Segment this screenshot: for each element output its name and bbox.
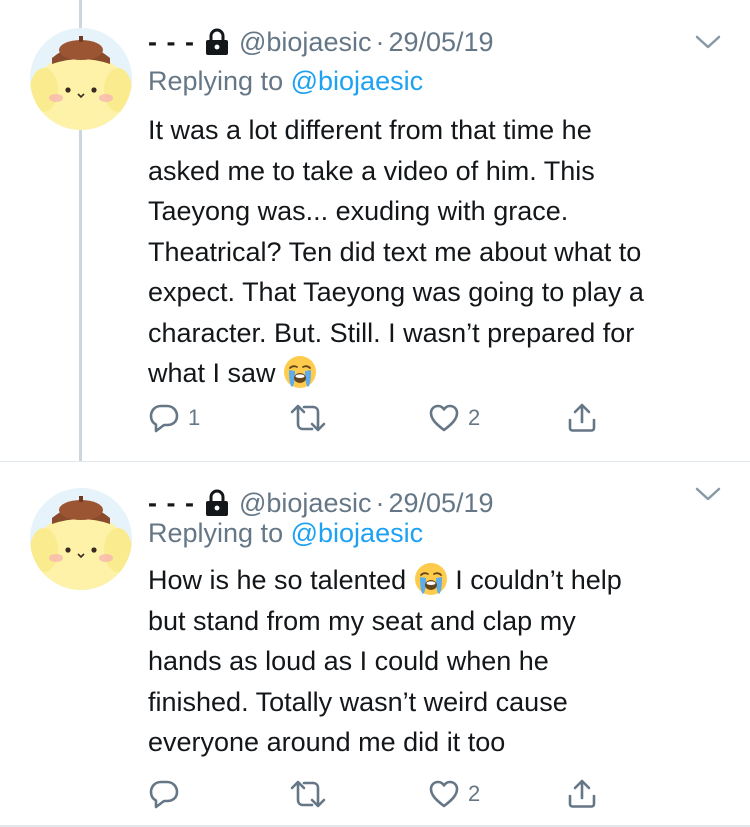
retweet-icon (288, 778, 328, 810)
handle[interactable]: @biojaesic (239, 488, 371, 519)
tweet-actions: 2 (148, 774, 608, 814)
tweet-text: How is he so talented I couldn’t help bu… (148, 560, 728, 763)
replying-mention-link[interactable]: @biojaesic (291, 66, 423, 96)
tweet-text-line: It was a lot different from that time he (148, 115, 592, 145)
tweet-text-line-with-emoji: How is he so talented I couldn’t help (148, 560, 728, 601)
reply-icon (148, 778, 180, 810)
tweet-text-line: How is he so talented (148, 565, 407, 595)
tweet-2[interactable]: - - - @biojaesic · 29/05/19 Replying to … (0, 462, 750, 822)
tweet-date[interactable]: 29/05/19 (388, 488, 493, 519)
avatar[interactable] (30, 28, 132, 130)
replying-to: Replying to @biojaesic (148, 66, 423, 97)
like-button[interactable]: 2 (428, 398, 480, 438)
reply-button[interactable] (148, 774, 188, 814)
tweet-text: It was a lot different from that time he… (148, 110, 728, 394)
replying-label: Replying to (148, 518, 284, 548)
display-name[interactable]: - - - (148, 27, 195, 58)
tweet-text-line: Taeyong was... exuding with grace. (148, 196, 569, 226)
replying-label: Replying to (148, 66, 284, 96)
tweet-text-line: hands as loud as I could when he (148, 646, 549, 676)
chevron-down-icon[interactable] (694, 485, 722, 503)
handle[interactable]: @biojaesic (239, 27, 371, 58)
tweet-text-line: what I saw (148, 358, 276, 388)
tweet-text-line: asked me to take a video of him. This (148, 155, 595, 186)
avatar[interactable] (30, 488, 132, 590)
share-button[interactable] (566, 398, 598, 438)
tweet-header: - - - @biojaesic · 29/05/19 (148, 25, 494, 59)
share-icon (566, 402, 598, 434)
loudly-crying-face-icon (283, 355, 317, 389)
lock-icon (205, 489, 229, 517)
share-button[interactable] (566, 774, 598, 814)
tweet-actions: 1 2 (148, 398, 608, 438)
like-count: 2 (468, 781, 481, 806)
tweet-text-line-with-emoji: what I saw (148, 353, 728, 394)
tweet-text-line: expect. That Taeyong was going to play a (148, 277, 644, 307)
tweet-text-line: character. But. Still. I wasn’t prepared… (148, 317, 635, 348)
tweet-text-line: Theatrical? Ten did text me about what t… (148, 236, 642, 267)
like-icon (428, 778, 460, 810)
tweet-text-line: finished. Totally wasn’t weird cause (148, 686, 568, 717)
like-count: 2 (468, 405, 481, 430)
retweet-button[interactable] (288, 774, 336, 814)
avatar-pompompurin-icon (30, 28, 132, 130)
retweet-button[interactable] (288, 398, 336, 438)
chevron-down-icon[interactable] (694, 33, 722, 51)
tweet-text-line: I couldn’t help (455, 565, 622, 595)
display-name[interactable]: - - - (148, 488, 195, 519)
loudly-crying-face-icon (414, 562, 448, 596)
avatar-pompompurin-icon (30, 488, 132, 590)
separator-dot: · (375, 26, 385, 57)
like-button[interactable]: 2 (428, 774, 480, 814)
replying-mention-link[interactable]: @biojaesic (291, 518, 423, 548)
lock-icon (205, 28, 229, 56)
retweet-icon (288, 402, 328, 434)
reply-icon (148, 402, 180, 434)
replying-to: Replying to @biojaesic (148, 518, 423, 549)
tweet-text-line: but stand from my seat and clap my (148, 605, 576, 636)
tweet-header: - - - @biojaesic · 29/05/19 (148, 486, 494, 520)
tweet-text-line: everyone around me did it too (148, 727, 506, 757)
reply-button[interactable]: 1 (148, 398, 200, 438)
like-icon (428, 402, 460, 434)
reply-count: 1 (188, 405, 201, 430)
tweet-date[interactable]: 29/05/19 (388, 27, 493, 58)
separator-dot: · (375, 487, 385, 518)
share-icon (566, 778, 598, 810)
tweet-1[interactable]: - - - @biojaesic · 29/05/19 Replying to … (0, 0, 750, 462)
